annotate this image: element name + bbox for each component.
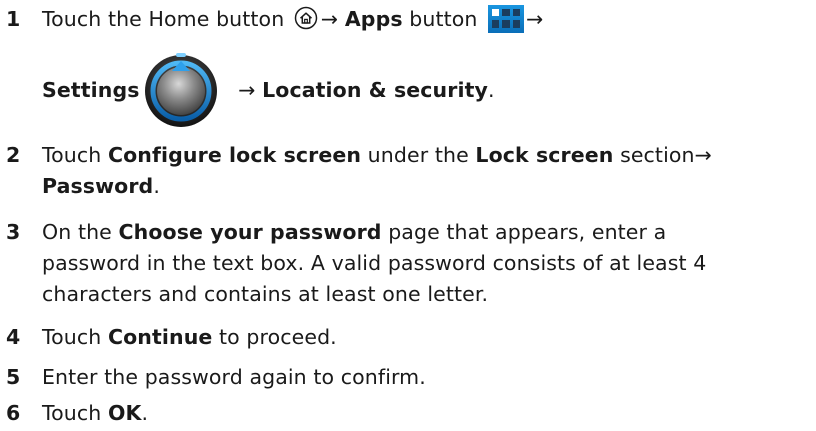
password-label: Password xyxy=(42,174,154,198)
step-text-fragment: Touch xyxy=(42,325,108,349)
step-text-fragment: Touch xyxy=(42,143,108,167)
step-line: Enter the password again to confirm. xyxy=(42,365,426,389)
step-text-fragment: under the xyxy=(361,143,476,167)
settings-label: Settings xyxy=(42,78,140,102)
step-line: Touch the Home button → Apps button → xyxy=(42,4,812,35)
step-line: Touch OK. xyxy=(42,398,812,429)
step-text: Touch OK. xyxy=(42,398,812,429)
step-number: 6 xyxy=(6,401,21,425)
step-text-fragment: On the xyxy=(42,220,119,244)
step-text-fragment: Touch the Home button xyxy=(42,7,285,31)
location-security-label: Location & security xyxy=(262,78,488,102)
arrow: → xyxy=(238,78,256,102)
step-text-fragment: button xyxy=(402,7,478,31)
continue-label: Continue xyxy=(107,325,213,349)
arrow: → xyxy=(526,7,544,31)
step-text: Touch the Home button → Apps button → xyxy=(42,4,812,35)
configure-lock-screen-label: Configure lock screen xyxy=(107,143,362,167)
step-text-fragment: section→ xyxy=(613,143,712,167)
step-text-fragment: page that appears, enter a xyxy=(381,220,667,244)
step-text: Settings → Location & security. xyxy=(42,53,812,127)
step-text: On the Choose your password page that ap… xyxy=(42,217,812,310)
home-icon xyxy=(294,6,318,30)
step-text-fragment: . xyxy=(153,174,160,198)
step-text-fragment: to proceed. xyxy=(212,325,337,349)
step-number: 2 xyxy=(6,143,21,167)
lock-screen-label: Lock screen xyxy=(475,143,614,167)
step-line: Touch Continue to proceed. xyxy=(42,322,812,353)
step-line: Touch Configure lock screen under the Lo… xyxy=(42,140,812,171)
step-line: password in the text box. A valid passwo… xyxy=(42,251,707,275)
apps-label: Apps xyxy=(344,7,403,31)
step-text-fragment: . xyxy=(141,401,149,425)
step-text-fragment: . xyxy=(487,78,495,102)
step-line: Password. xyxy=(42,171,812,202)
step-number: 1 xyxy=(6,7,21,31)
settings-icon xyxy=(145,53,217,127)
step-number: 4 xyxy=(6,325,21,349)
step-text-fragment: Touch xyxy=(42,401,108,425)
apps-icon xyxy=(488,5,525,33)
step-text: Enter the password again to confirm. xyxy=(42,362,812,393)
step-number: 3 xyxy=(6,220,21,244)
step-line: On the Choose your password page that ap… xyxy=(42,217,812,248)
step-number: 5 xyxy=(6,365,21,389)
arrow: → xyxy=(320,7,339,31)
step-text: Touch Continue to proceed. xyxy=(42,322,812,353)
choose-password-label: Choose your password xyxy=(118,220,382,244)
step-text: Touch Configure lock screen under the Lo… xyxy=(42,140,812,202)
step-line: characters and contains at least one let… xyxy=(42,282,489,306)
ok-label: OK xyxy=(107,401,142,425)
